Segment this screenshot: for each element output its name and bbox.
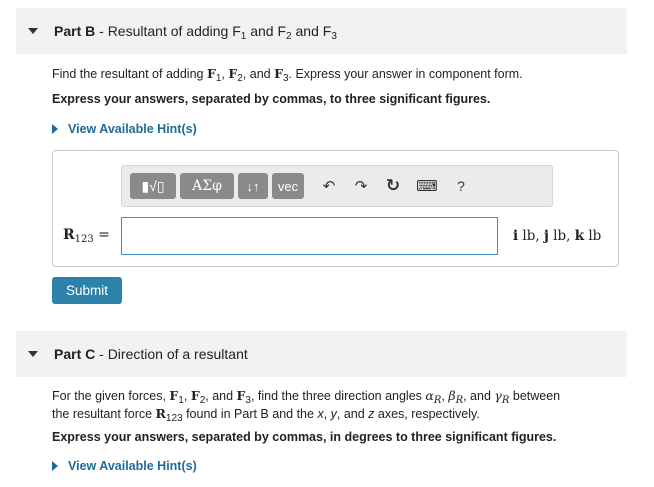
answer-input[interactable]	[121, 217, 498, 255]
part-c-instruction: For the given forces, F1, F2, and F3, fi…	[52, 388, 561, 424]
math-toolbar: ▮√▯ ΑΣφ ↓↑ vec ↶ ↷ ↻ ⌨ ?	[121, 165, 553, 207]
part-b-header[interactable]: Part B - Resultant of adding F1 and F2 a…	[16, 8, 627, 54]
part-b-bold-instruction: Express your answers, separated by comma…	[52, 92, 491, 106]
answer-units: i lb, j lb, k lb	[513, 228, 602, 244]
part-c-header[interactable]: Part C - Direction of a resultant	[16, 331, 627, 377]
reset-icon[interactable]: ↻	[382, 173, 404, 199]
part-b-hint-link[interactable]: View Available Hint(s)	[52, 122, 197, 136]
collapse-caret-icon[interactable]	[28, 28, 38, 34]
answer-variable-label: R123 =	[63, 227, 110, 245]
part-c-hint-link[interactable]: View Available Hint(s)	[52, 459, 197, 473]
vector-button[interactable]: vec	[272, 173, 304, 199]
help-icon[interactable]: ?	[450, 173, 472, 199]
keyboard-icon[interactable]: ⌨	[414, 173, 440, 199]
answer-box: ▮√▯ ΑΣφ ↓↑ vec ↶ ↷ ↻ ⌨ ? R123 = i lb, j …	[52, 150, 619, 267]
templates-button[interactable]: ▮√▯	[130, 173, 176, 199]
expand-triangle-icon	[52, 124, 58, 134]
subscript-superscript-button[interactable]: ↓↑	[238, 173, 268, 199]
part-b-instruction: Find the resultant of adding F1, F2, and…	[52, 66, 523, 84]
greek-symbols-button[interactable]: ΑΣφ	[180, 173, 234, 199]
submit-button[interactable]: Submit	[52, 277, 122, 304]
collapse-caret-icon[interactable]	[28, 351, 38, 357]
expand-triangle-icon	[52, 461, 58, 471]
part-c-bold-instruction: Express your answers, separated by comma…	[52, 430, 557, 444]
redo-icon[interactable]: ↷	[350, 173, 372, 199]
part-c-title: Part C - Direction of a resultant	[54, 346, 248, 362]
part-b-title: Part B - Resultant of adding F1 and F2 a…	[54, 23, 337, 42]
undo-icon[interactable]: ↶	[318, 173, 340, 199]
